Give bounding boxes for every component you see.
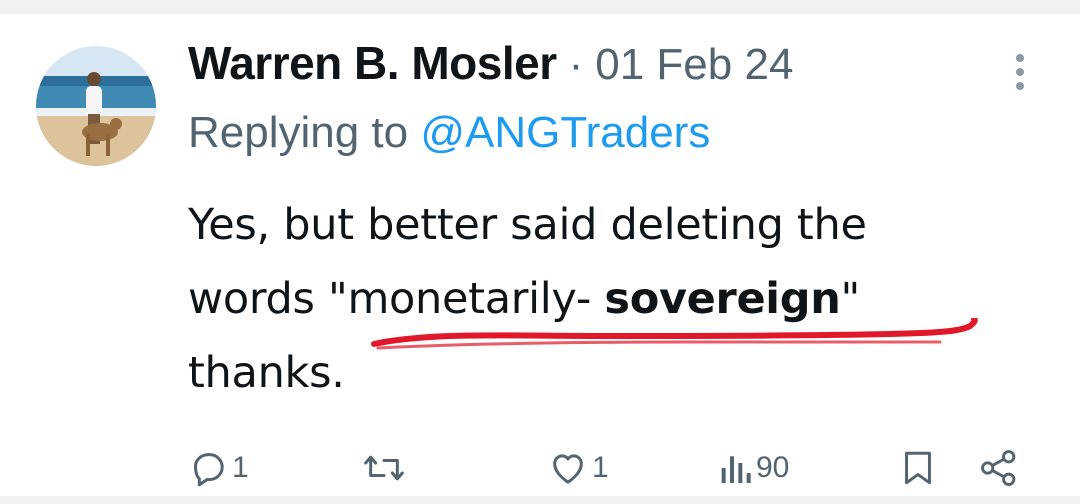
like-count: 1 <box>592 451 609 484</box>
post-date[interactable]: 01 Feb 24 <box>595 40 793 90</box>
mention-link[interactable]: @ANGTraders <box>420 108 710 157</box>
replying-to: Replying to @ANGTraders <box>188 108 710 158</box>
body-line-2-end: " <box>840 274 861 324</box>
bottom-divider <box>0 496 1080 504</box>
repost-button[interactable] <box>362 440 406 496</box>
body-line-1: Yes, but better said deleting the <box>188 200 867 250</box>
post-body: Yes, but better said deleting the words … <box>188 188 1048 410</box>
reply-count: 1 <box>232 451 249 484</box>
like-icon <box>548 448 588 488</box>
share-icon <box>978 448 1020 488</box>
body-line-3: thanks. <box>188 348 345 398</box>
reply-button[interactable]: 1 <box>188 440 249 496</box>
more-options-icon[interactable] <box>1008 52 1032 92</box>
separator-dot: · <box>568 40 584 89</box>
post-header: Warren B. Mosler · 01 Feb 24 <box>188 36 793 98</box>
action-bar: 1 1 90 <box>0 440 1080 496</box>
repost-icon <box>362 448 406 488</box>
author-name[interactable]: Warren B. Mosler <box>188 36 557 90</box>
reply-icon <box>188 448 228 488</box>
views-icon <box>718 448 752 488</box>
share-button[interactable] <box>978 440 1020 496</box>
post: Warren B. Mosler · 01 Feb 24 Replying to… <box>0 0 1080 504</box>
bookmark-button[interactable] <box>900 440 936 496</box>
body-line-2: words "monetarily- sovereign" <box>188 262 1048 336</box>
like-button[interactable]: 1 <box>548 440 609 496</box>
body-line-2-start: words "monetarily- <box>188 274 605 324</box>
views-button[interactable]: 90 <box>718 440 789 496</box>
top-divider <box>0 0 1080 14</box>
body-line-2-bold: sovereign <box>604 274 841 324</box>
view-count: 90 <box>756 451 790 484</box>
bookmark-icon <box>900 448 936 488</box>
avatar[interactable] <box>36 46 156 166</box>
replying-to-label: Replying to <box>188 108 421 157</box>
